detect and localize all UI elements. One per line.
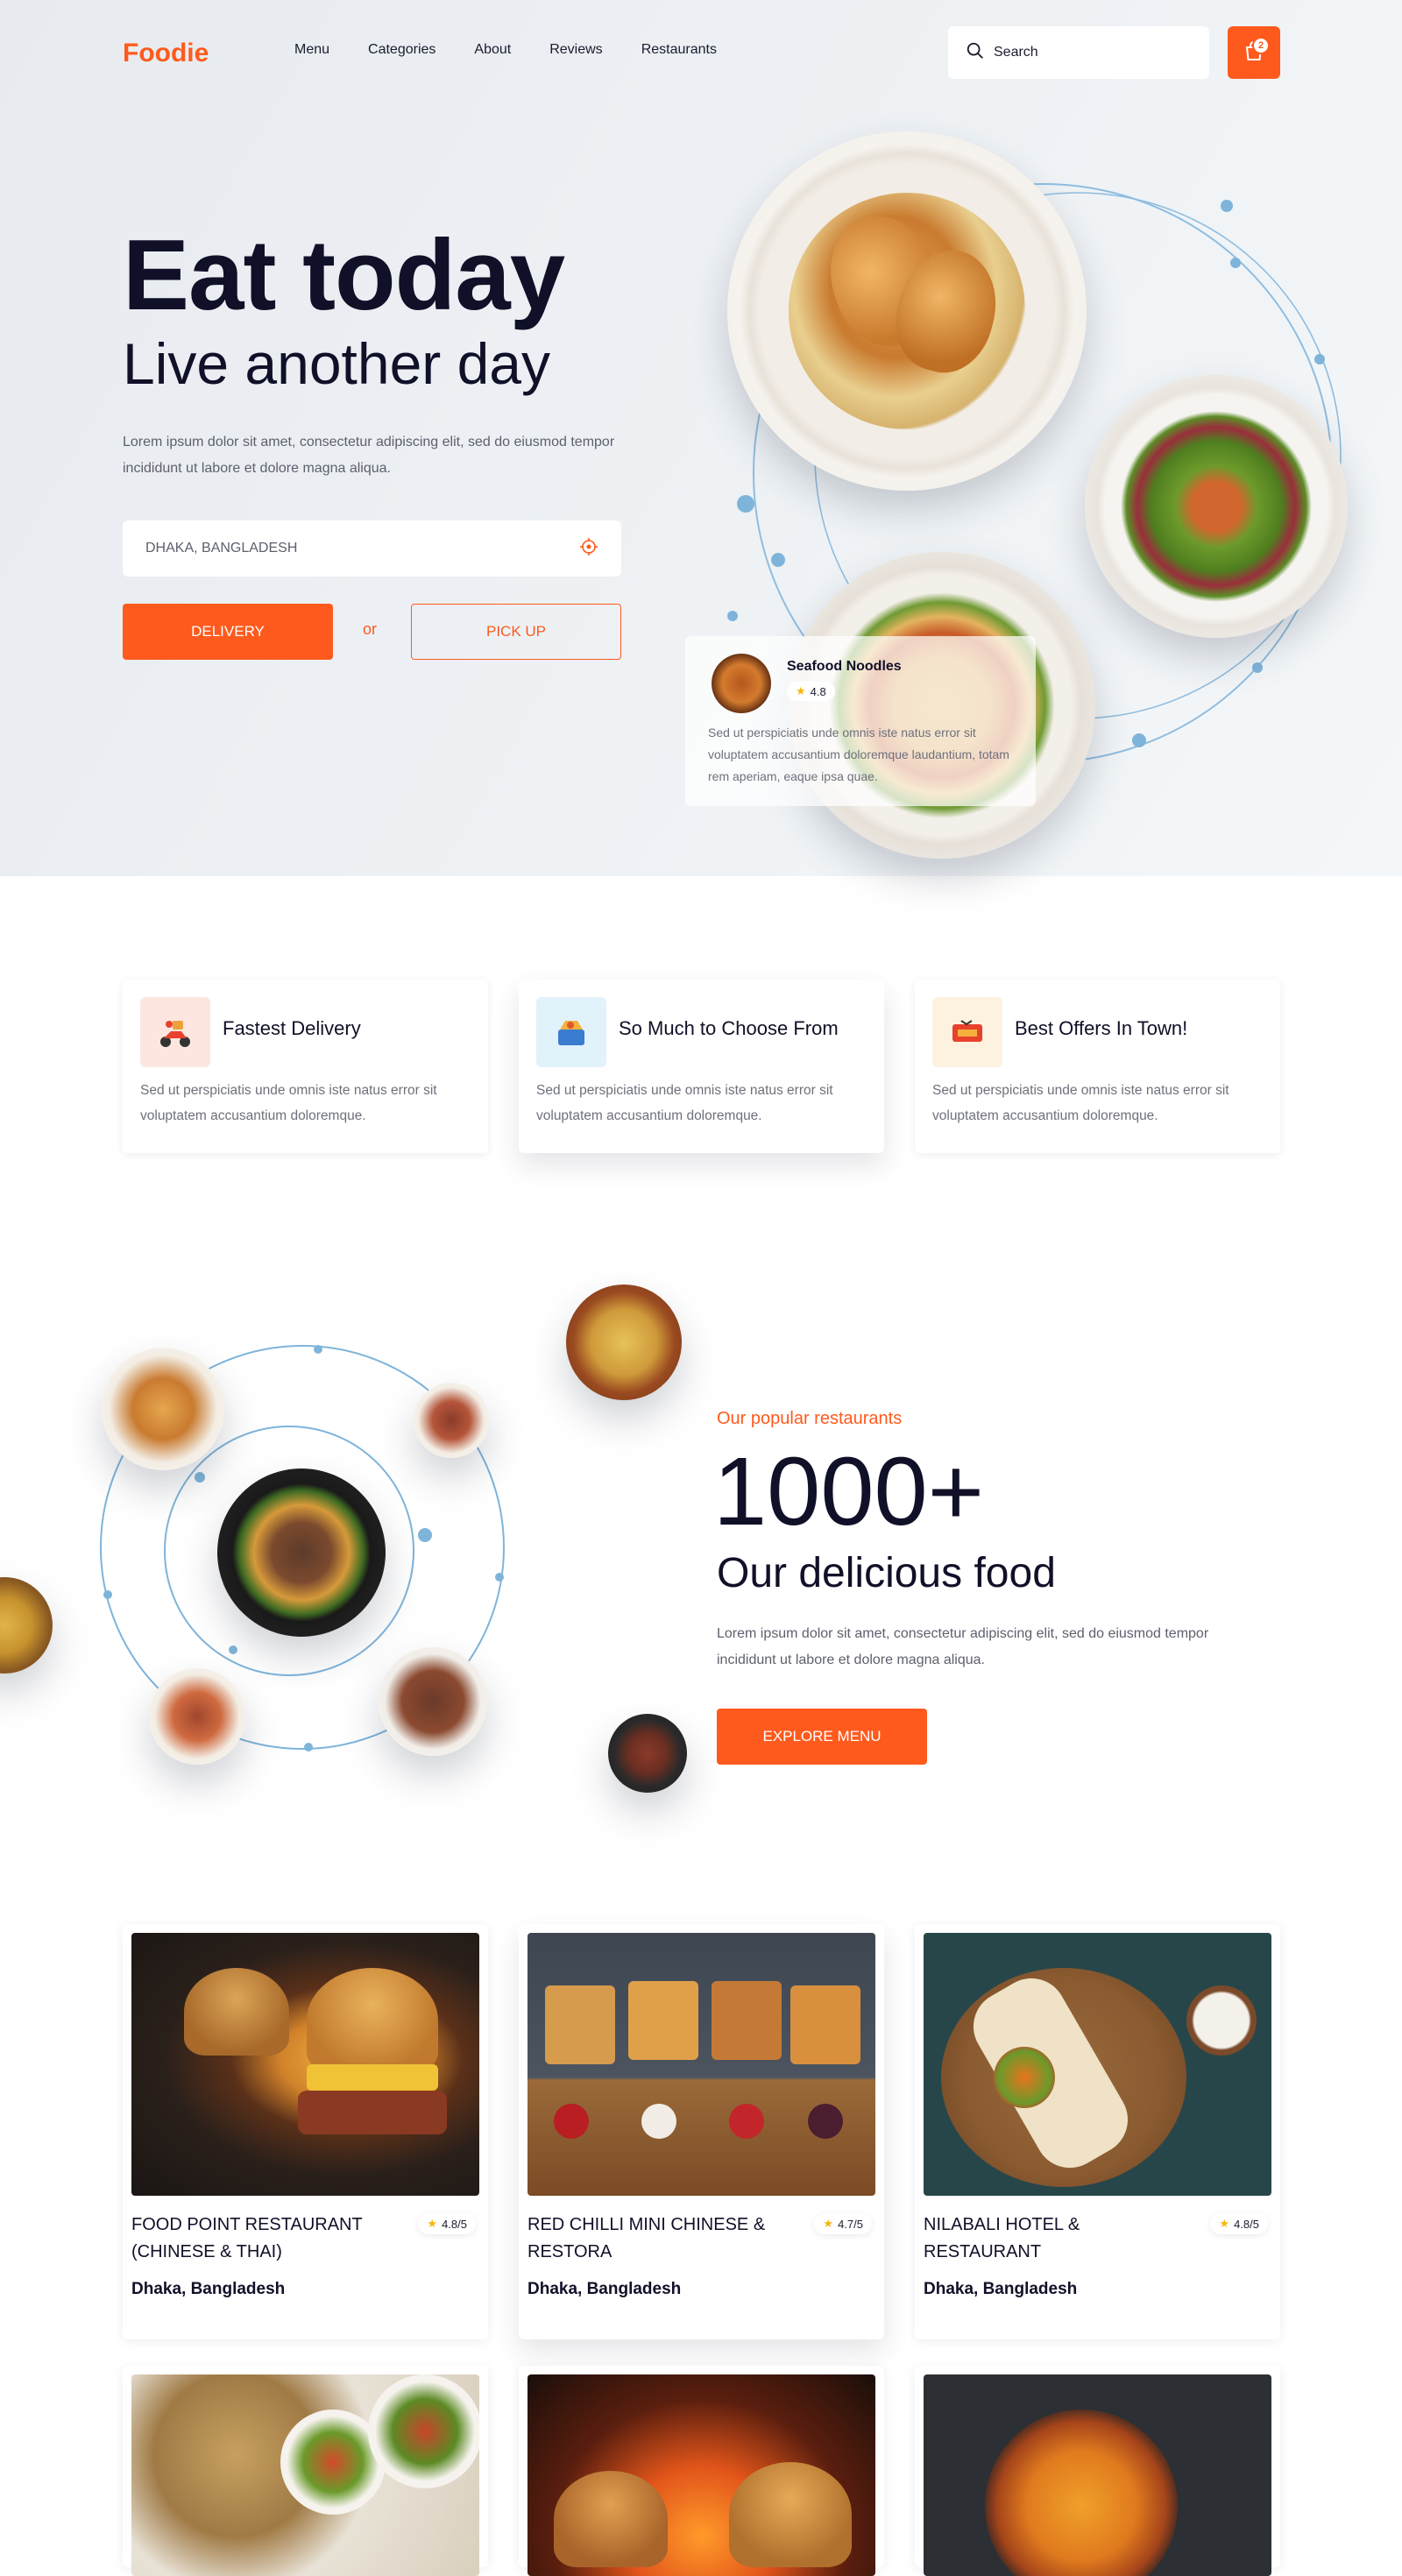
feature-text: Sed ut perspiciatis unde omnis iste natu… bbox=[140, 1083, 437, 1123]
hero-description: Lorem ipsum dolor sit amet, consectetur … bbox=[123, 435, 615, 476]
offer-tag-icon bbox=[932, 997, 1002, 1067]
rating-value: 4.8/5 bbox=[1234, 2217, 1259, 2231]
star-icon: ★ bbox=[427, 2217, 438, 2230]
cart-button[interactable]: 2 bbox=[1228, 26, 1280, 79]
grilled-dish-small bbox=[149, 1668, 245, 1765]
logo[interactable]: Foodie bbox=[123, 39, 209, 68]
food-box-icon bbox=[536, 997, 606, 1067]
feature-card-choice: So Much to Choose From Sed ut perspiciat… bbox=[519, 980, 884, 1153]
restaurant-image bbox=[528, 1933, 875, 2196]
restaurant-location: Dhaka, Bangladesh bbox=[924, 2280, 1078, 2298]
location-value: DHAKA, BANGLADESH bbox=[145, 541, 298, 556]
restaurant-card[interactable] bbox=[123, 2366, 488, 2576]
steak-plate-small bbox=[379, 1647, 487, 1756]
feature-text: Sed ut perspiciatis unde omnis iste natu… bbox=[536, 1083, 833, 1123]
feature-card-delivery: Fastest Delivery Sed ut perspiciatis und… bbox=[123, 980, 488, 1153]
chicken-pasta-plate bbox=[727, 131, 1087, 491]
rating-value: 4.8/5 bbox=[442, 2217, 467, 2231]
star-icon: ★ bbox=[823, 2217, 834, 2230]
restaurant-name: FOOD POINT RESTAURANT (CHINESE & THAI) bbox=[131, 2215, 363, 2261]
hero-subtitle: Live another day bbox=[123, 331, 551, 396]
star-icon: ★ bbox=[796, 684, 806, 697]
nav-restaurants[interactable]: Restaurants bbox=[641, 42, 717, 58]
restaurant-name: RED CHILLI MINI CHINESE & RESTORA bbox=[528, 2215, 766, 2261]
dish-description: Sed ut perspiciatis unde omnis iste natu… bbox=[708, 725, 1009, 783]
cart-count-badge: 2 bbox=[1252, 37, 1270, 54]
restaurant-rating: ★ 4.7/5 bbox=[814, 2213, 872, 2234]
section-description: Lorem ipsum dolor sit amet, consectetur … bbox=[717, 1626, 1209, 1667]
main-nav: Menu Categories About Reviews Restaurant… bbox=[294, 42, 755, 58]
section-subtitle: Our delicious food bbox=[717, 1550, 1056, 1596]
dish-rating-value: 4.8 bbox=[810, 684, 826, 698]
or-label: or bbox=[363, 620, 378, 638]
locate-icon[interactable] bbox=[579, 537, 598, 561]
search-icon bbox=[966, 41, 985, 65]
feature-title: Fastest Delivery bbox=[223, 1017, 361, 1039]
feature-card-offers: Best Offers In Town! Sed ut perspiciatis… bbox=[915, 980, 1280, 1153]
nav-categories[interactable]: Categories bbox=[368, 42, 435, 58]
dish-name: Seafood Noodles bbox=[787, 659, 902, 674]
rating-value: 4.7/5 bbox=[838, 2217, 863, 2231]
feature-title: So Much to Choose From bbox=[619, 1017, 839, 1039]
salad-plate bbox=[1085, 375, 1348, 638]
burger-patty-bowl bbox=[608, 1714, 687, 1793]
chicken-dish-small bbox=[102, 1348, 224, 1470]
restaurant-image bbox=[131, 1933, 479, 2196]
restaurant-location: Dhaka, Bangladesh bbox=[131, 2280, 286, 2298]
restaurant-name: NILABALI HOTEL & RESTAURANT bbox=[924, 2215, 1080, 2261]
restaurant-image bbox=[924, 2374, 1271, 2576]
restaurant-card[interactable]: FOOD POINT RESTAURANT (CHINESE & THAI) ★… bbox=[123, 1924, 488, 2339]
section-label: Our popular restaurants bbox=[717, 1409, 903, 1428]
restaurant-card[interactable]: RED CHILLI MINI CHINESE & RESTORA ★ 4.7/5… bbox=[519, 1924, 884, 2339]
search-placeholder: Search bbox=[994, 45, 1038, 60]
restaurant-rating: ★ 4.8/5 bbox=[418, 2213, 476, 2234]
explore-menu-button[interactable]: EXPLORE MENU bbox=[717, 1709, 927, 1765]
restaurant-count: 1000+ bbox=[713, 1438, 984, 1546]
featured-dish-card[interactable]: Seafood Noodles ★ 4.8 Sed ut perspiciati… bbox=[685, 636, 1036, 806]
scooter-icon bbox=[140, 997, 210, 1067]
delivery-button[interactable]: DELIVERY bbox=[123, 604, 333, 660]
nav-menu[interactable]: Menu bbox=[294, 42, 329, 58]
restaurant-rating: ★ 4.8/5 bbox=[1210, 2213, 1268, 2234]
steak-bowl bbox=[217, 1468, 386, 1637]
restaurant-image bbox=[131, 2374, 479, 2576]
star-icon: ★ bbox=[1219, 2217, 1230, 2230]
nav-reviews[interactable]: Reviews bbox=[549, 42, 602, 58]
biryani-bowl bbox=[566, 1284, 682, 1400]
restaurant-card[interactable] bbox=[915, 2366, 1280, 2576]
restaurant-card[interactable] bbox=[519, 2366, 884, 2576]
dish-rating: ★ 4.8 bbox=[787, 682, 835, 701]
meat-dish-small bbox=[414, 1383, 489, 1458]
restaurant-image bbox=[528, 2374, 875, 2576]
restaurant-card[interactable]: NILABALI HOTEL & RESTAURANT ★ 4.8/5 Dhaka… bbox=[915, 1924, 1280, 2339]
hero-title: Eat today bbox=[123, 220, 565, 331]
search-box[interactable]: Search bbox=[948, 26, 1209, 79]
restaurant-location: Dhaka, Bangladesh bbox=[528, 2280, 682, 2298]
dish-thumbnail bbox=[712, 654, 771, 713]
hero-section: Foodie Menu Categories About Reviews Res… bbox=[0, 0, 1402, 876]
feature-title: Best Offers In Town! bbox=[1015, 1017, 1188, 1039]
nav-about[interactable]: About bbox=[474, 42, 511, 58]
restaurant-image bbox=[924, 1933, 1271, 2196]
feature-text: Sed ut perspiciatis unde omnis iste natu… bbox=[932, 1083, 1229, 1123]
pickup-button[interactable]: PICK UP bbox=[411, 604, 621, 660]
location-input[interactable]: DHAKA, BANGLADESH bbox=[123, 520, 621, 577]
